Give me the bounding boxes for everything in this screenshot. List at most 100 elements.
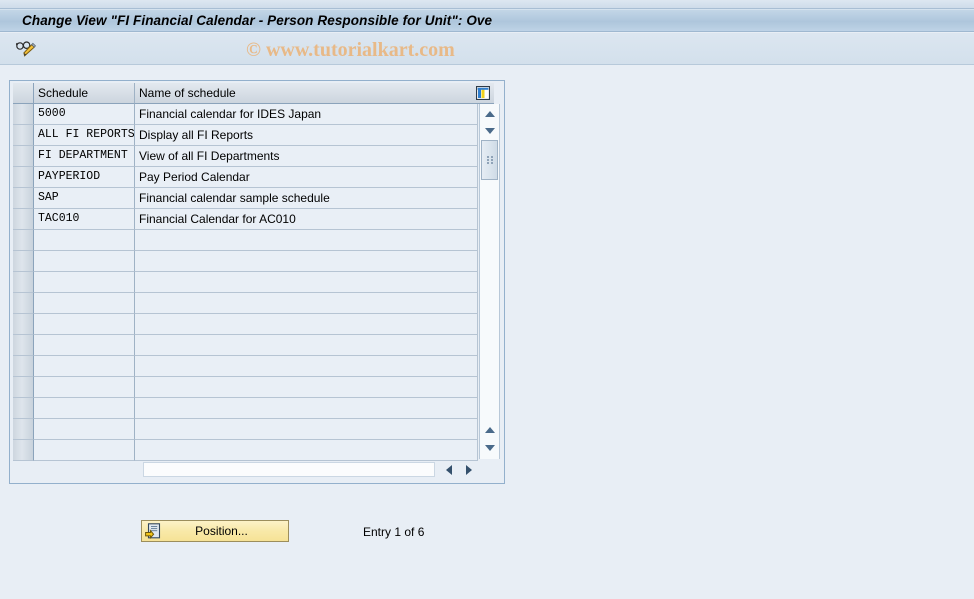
- table-columns-button[interactable]: [472, 83, 494, 104]
- row-selector[interactable]: [13, 209, 34, 230]
- scroll-thumb-grip: [487, 156, 493, 164]
- table-empty-row[interactable]: [13, 272, 479, 293]
- triangle-up-icon: [484, 426, 495, 433]
- cell-empty[interactable]: [34, 440, 135, 461]
- table-empty-row[interactable]: [13, 356, 479, 377]
- cell-empty[interactable]: [135, 398, 478, 419]
- cell-empty[interactable]: [34, 230, 135, 251]
- scroll-down-button[interactable]: [481, 123, 498, 138]
- cell-empty[interactable]: [135, 419, 478, 440]
- schedule-table: Schedule Name of schedule 5000 Financial ca…: [13, 83, 479, 461]
- table-empty-row[interactable]: [13, 293, 479, 314]
- triangle-down-icon: [484, 127, 495, 134]
- cell-empty[interactable]: [34, 293, 135, 314]
- cell-schedule[interactable]: SAP: [34, 188, 135, 209]
- position-button[interactable]: Position...: [141, 520, 289, 542]
- row-selector[interactable]: [13, 398, 34, 419]
- cell-empty[interactable]: [34, 335, 135, 356]
- table-row[interactable]: TAC010 Financial Calendar for AC010: [13, 209, 479, 230]
- row-selector[interactable]: [13, 377, 34, 398]
- cell-name[interactable]: Financial Calendar for AC010: [135, 209, 478, 230]
- cell-empty[interactable]: [135, 230, 478, 251]
- cell-empty[interactable]: [34, 377, 135, 398]
- window-title-bar: Change View "FI Financial Calendar - Per…: [0, 9, 974, 32]
- scroll-thumb[interactable]: [481, 140, 498, 180]
- row-selector[interactable]: [13, 125, 34, 146]
- cell-schedule[interactable]: PAYPERIOD: [34, 167, 135, 188]
- row-selector[interactable]: [13, 356, 34, 377]
- table-row[interactable]: ALL FI REPORTS Display all FI Reports: [13, 125, 479, 146]
- row-selector[interactable]: [13, 167, 34, 188]
- cell-empty[interactable]: [135, 251, 478, 272]
- row-selector[interactable]: [13, 146, 34, 167]
- table-empty-row[interactable]: [13, 377, 479, 398]
- table-empty-row[interactable]: [13, 398, 479, 419]
- row-selector[interactable]: [13, 272, 34, 293]
- table-row[interactable]: SAP Financial calendar sample schedule: [13, 188, 479, 209]
- table-empty-row[interactable]: [13, 335, 479, 356]
- scroll-up-button[interactable]: [481, 106, 498, 121]
- triangle-left-icon: [446, 464, 452, 475]
- cell-empty[interactable]: [34, 419, 135, 440]
- cell-name[interactable]: Pay Period Calendar: [135, 167, 478, 188]
- cell-empty[interactable]: [135, 335, 478, 356]
- row-selector[interactable]: [13, 188, 34, 209]
- position-document-icon: [143, 522, 163, 540]
- triangle-down-icon: [484, 444, 495, 451]
- triangle-up-icon: [484, 110, 495, 117]
- cell-empty[interactable]: [135, 272, 478, 293]
- cell-empty[interactable]: [34, 398, 135, 419]
- window-top-strip: [0, 0, 974, 9]
- cell-empty[interactable]: [34, 272, 135, 293]
- cell-empty[interactable]: [135, 314, 478, 335]
- column-header-name[interactable]: Name of schedule: [135, 83, 478, 104]
- table-row[interactable]: PAYPERIOD Pay Period Calendar: [13, 167, 479, 188]
- table-header-row: Schedule Name of schedule: [13, 83, 479, 104]
- table-horizontal-scrollbar[interactable]: [13, 460, 500, 480]
- position-button-label: Position...: [195, 524, 248, 538]
- table-empty-row[interactable]: [13, 419, 479, 440]
- cell-empty[interactable]: [135, 293, 478, 314]
- page-title: Change View "FI Financial Calendar - Per…: [22, 13, 493, 28]
- row-selector[interactable]: [13, 440, 34, 461]
- schedule-table-frame: Schedule Name of schedule 5000 Financial ca…: [9, 80, 505, 484]
- row-selector[interactable]: [13, 230, 34, 251]
- scroll-page-up-button[interactable]: [481, 422, 498, 437]
- hscroll-track[interactable]: [143, 462, 435, 477]
- cell-empty[interactable]: [135, 377, 478, 398]
- entry-counter: Entry 1 of 6: [363, 525, 425, 539]
- hscroll-right-end-button[interactable]: [461, 462, 477, 477]
- table-empty-row[interactable]: [13, 440, 479, 461]
- cell-empty[interactable]: [135, 356, 478, 377]
- cell-name[interactable]: Display all FI Reports: [135, 125, 478, 146]
- row-selector[interactable]: [13, 293, 34, 314]
- cell-empty[interactable]: [34, 251, 135, 272]
- row-selector[interactable]: [13, 104, 34, 125]
- row-selector[interactable]: [13, 314, 34, 335]
- table-row[interactable]: FI DEPARTMENT View of all FI Departments: [13, 146, 479, 167]
- cell-schedule[interactable]: TAC010: [34, 209, 135, 230]
- cell-schedule[interactable]: ALL FI REPORTS: [34, 125, 135, 146]
- hscroll-left-end-button[interactable]: [441, 462, 457, 477]
- table-empty-row[interactable]: [13, 251, 479, 272]
- row-selector[interactable]: [13, 419, 34, 440]
- cell-empty[interactable]: [34, 356, 135, 377]
- cell-schedule[interactable]: FI DEPARTMENT: [34, 146, 135, 167]
- column-header-schedule[interactable]: Schedule: [34, 83, 135, 104]
- cell-name[interactable]: View of all FI Departments: [135, 146, 478, 167]
- cell-empty[interactable]: [135, 440, 478, 461]
- cell-empty[interactable]: [34, 314, 135, 335]
- cell-schedule[interactable]: 5000: [34, 104, 135, 125]
- application-toolbar: [0, 33, 974, 65]
- row-selector[interactable]: [13, 251, 34, 272]
- cell-name[interactable]: Financial calendar sample schedule: [135, 188, 478, 209]
- display-change-button[interactable]: [13, 37, 39, 61]
- table-empty-row[interactable]: [13, 230, 479, 251]
- select-all-cell[interactable]: [13, 83, 34, 104]
- row-selector[interactable]: [13, 335, 34, 356]
- table-empty-row[interactable]: [13, 314, 479, 335]
- cell-name[interactable]: Financial calendar for IDES Japan: [135, 104, 478, 125]
- table-vertical-scrollbar[interactable]: [479, 104, 500, 459]
- scroll-page-down-button[interactable]: [481, 440, 498, 455]
- table-row[interactable]: 5000 Financial calendar for IDES Japan: [13, 104, 479, 125]
